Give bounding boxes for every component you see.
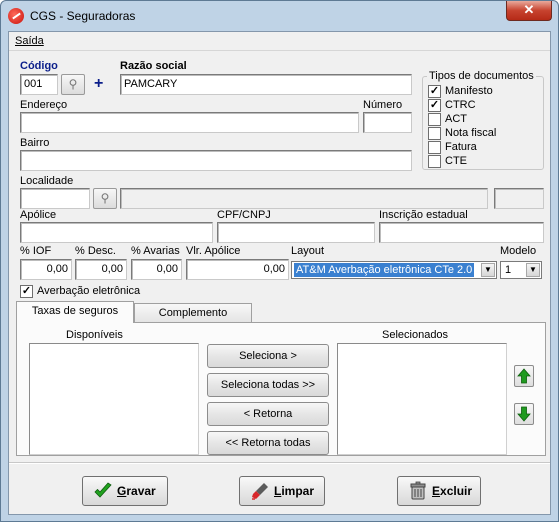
localidade-name-display — [120, 188, 488, 209]
app-logo-icon — [8, 8, 24, 24]
vlr-apolice-input[interactable]: 0,00 — [186, 259, 289, 280]
limpar-label: Limpar — [274, 484, 315, 498]
arrow-down-icon — [517, 406, 531, 422]
checkbox-averbacao[interactable]: ✓ — [20, 285, 33, 298]
desc-input[interactable]: 0,00 — [75, 259, 127, 280]
excluir-label: Excluir — [432, 484, 473, 498]
averbacao-label: Averbação eletrônica — [37, 285, 141, 297]
localidade-label: Localidade — [20, 175, 74, 187]
razao-input[interactable]: PAMCARY — [120, 74, 412, 95]
checkbox-cte[interactable] — [428, 155, 441, 168]
codigo-label: Código — [20, 60, 58, 72]
move-up-button[interactable] — [514, 365, 534, 387]
menu-bar: Saída — [9, 32, 550, 51]
selecionados-list[interactable] — [337, 343, 507, 455]
tab-taxas-de-seguros[interactable]: Taxas de seguros — [16, 301, 134, 323]
gravar-button[interactable]: Gravar — [82, 476, 168, 506]
localidade-search-button[interactable]: ⚲ — [93, 188, 117, 209]
endereco-label: Endereço — [20, 99, 68, 111]
bottom-divider — [9, 462, 550, 464]
label-act: ACT — [445, 113, 467, 125]
modelo-label: Modelo — [500, 245, 537, 257]
label-nota-fiscal: Nota fiscal — [445, 127, 497, 139]
bairro-label: Bairro — [20, 137, 50, 149]
gravar-label: Gravar — [117, 484, 156, 498]
vlr-apolice-label: Vlr. Apólice — [186, 245, 241, 257]
checkbox-fatura[interactable] — [428, 141, 441, 154]
label-cte: CTE — [445, 155, 467, 167]
layout-label: Layout — [291, 245, 325, 257]
binoculars-icon: ⚲ — [100, 191, 110, 205]
menu-saida-label: Saída — [15, 35, 44, 47]
modelo-select[interactable]: 1 ▼ — [500, 261, 542, 279]
layout-select[interactable]: AT&M Averbação eletrônica CTe 2.0 ▼ — [291, 261, 497, 279]
arrow-up-icon — [517, 368, 531, 384]
retorna-button[interactable]: < Retorna — [207, 402, 329, 426]
dropdown-arrow-icon[interactable]: ▼ — [526, 263, 540, 277]
avarias-input[interactable]: 0,00 — [131, 259, 182, 280]
selecionados-label: Selecionados — [382, 329, 449, 341]
label-manifesto: Manifesto — [445, 85, 493, 97]
localidade-uf-display — [494, 188, 544, 209]
checkbox-ctrc[interactable]: ✓ — [428, 99, 441, 112]
retorna-todas-button[interactable]: << Retorna todas — [207, 431, 329, 455]
close-button[interactable]: ✕ — [506, 1, 552, 21]
cpf-input[interactable] — [217, 222, 375, 243]
checkbox-manifesto[interactable]: ✓ — [428, 85, 441, 98]
app-window: CGS - Seguradoras ✕ Saída Código 001 ⚲ +… — [0, 0, 559, 522]
disponiveis-list[interactable] — [29, 343, 199, 455]
cpf-label: CPF/CNPJ — [217, 209, 271, 221]
title-bar[interactable]: CGS - Seguradoras ✕ — [1, 1, 558, 31]
checkbox-nota-fiscal[interactable] — [428, 127, 441, 140]
binoculars-icon: ⚲ — [68, 77, 78, 91]
inscricao-input[interactable] — [379, 222, 544, 243]
label-fatura: Fatura — [445, 141, 477, 153]
iof-input[interactable]: 0,00 — [20, 259, 72, 280]
codigo-input[interactable]: 001 — [20, 74, 58, 95]
localidade-input[interactable] — [20, 188, 90, 209]
dropdown-arrow-icon[interactable]: ▼ — [481, 263, 495, 277]
bairro-input[interactable] — [20, 150, 412, 171]
tab-complemento[interactable]: Complemento — [134, 303, 252, 323]
numero-label: Número — [363, 99, 403, 111]
avarias-label: % Avarias — [131, 245, 180, 257]
excluir-button[interactable]: Excluir — [397, 476, 481, 506]
apolice-label: Apólice — [20, 209, 57, 221]
limpar-button[interactable]: Limpar — [239, 476, 325, 506]
inscricao-label: Inscrição estadual — [379, 209, 468, 221]
add-plus-icon[interactable]: + — [94, 75, 103, 93]
seleciona-button[interactable]: Seleciona > — [207, 344, 329, 368]
checkbox-act[interactable] — [428, 113, 441, 126]
iof-label: % IOF — [20, 245, 52, 257]
client-area: Saída Código 001 ⚲ + Razão social PAMCAR… — [8, 31, 551, 515]
modelo-select-value: 1 — [505, 264, 512, 276]
checkmark-icon — [94, 482, 112, 498]
layout-select-value: AT&M Averbação eletrônica CTe 2.0 — [294, 263, 475, 277]
eraser-brush-icon — [252, 483, 268, 500]
numero-input[interactable] — [363, 112, 412, 133]
codigo-search-button[interactable]: ⚲ — [61, 74, 85, 95]
tipos-documentos-title: Tipos de documentos — [427, 70, 536, 82]
move-down-button[interactable] — [514, 403, 534, 425]
endereco-input[interactable] — [20, 112, 359, 133]
trash-icon — [410, 481, 426, 500]
menu-saida[interactable]: Saída — [15, 35, 44, 47]
label-ctrc: CTRC — [445, 99, 476, 111]
disponiveis-label: Disponíveis — [66, 329, 123, 341]
desc-label: % Desc. — [75, 245, 116, 257]
window-title: CGS - Seguradoras — [30, 9, 136, 23]
seleciona-todas-button[interactable]: Seleciona todas >> — [207, 373, 329, 397]
apolice-input[interactable] — [20, 222, 213, 243]
razao-label: Razão social — [120, 60, 187, 72]
tab-panel-taxas: Disponíveis Seleciona > Seleciona todas … — [16, 322, 546, 456]
